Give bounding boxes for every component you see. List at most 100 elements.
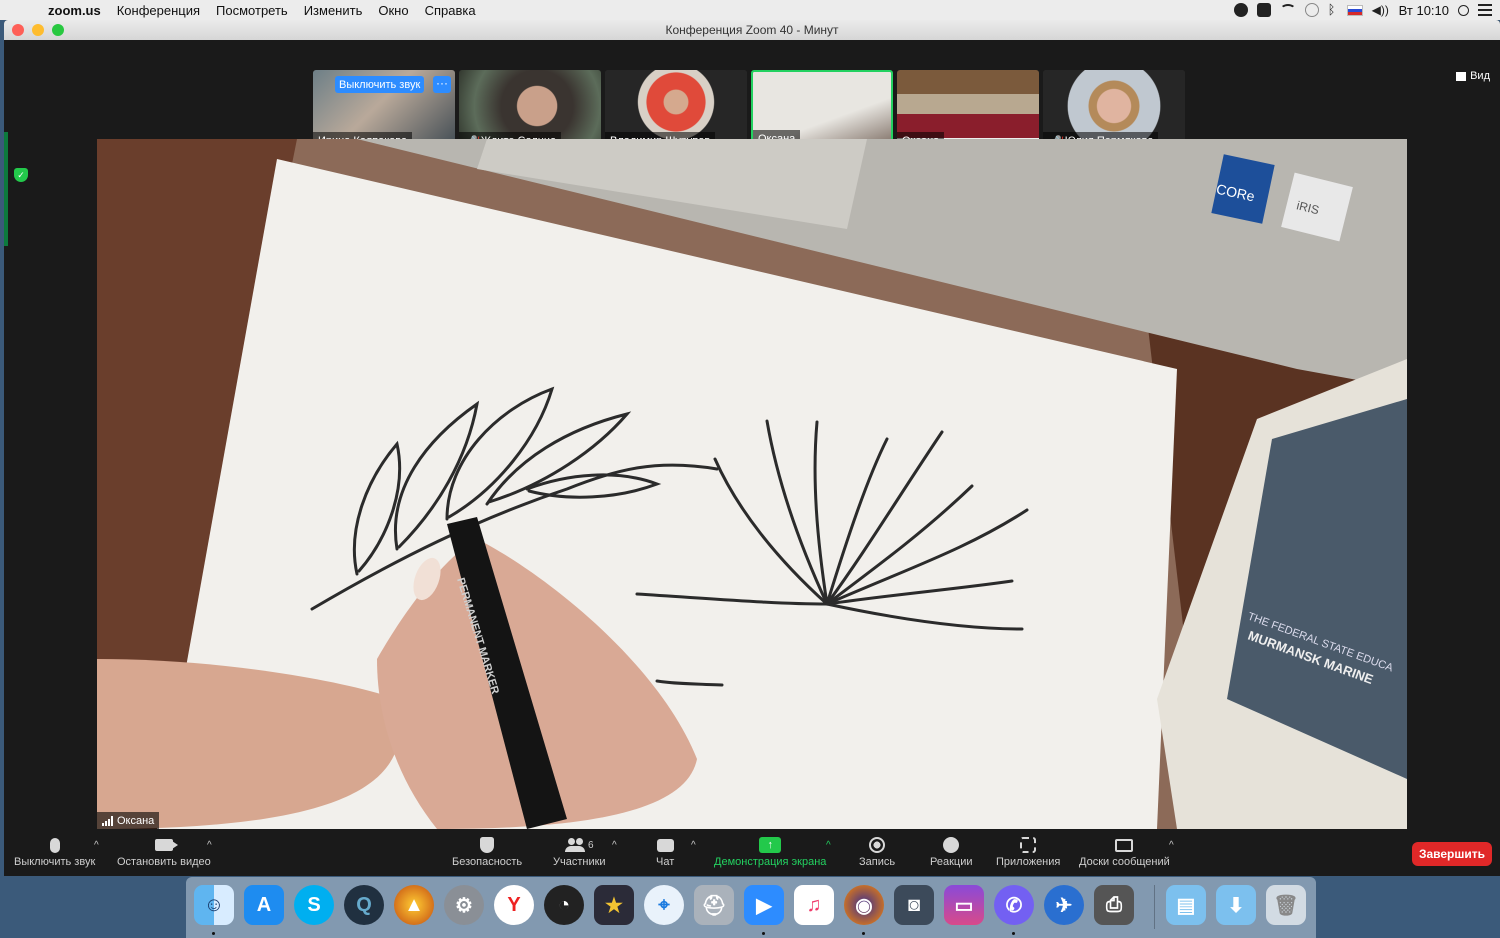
printer-icon[interactable]: ⎙: [1094, 885, 1134, 925]
menu-conference[interactable]: Конференция: [109, 3, 208, 18]
fullscreen-window-button[interactable]: [52, 24, 64, 36]
safari-icon[interactable]: ⌖: [644, 885, 684, 925]
participant-tile[interactable]: Оксана: [897, 70, 1039, 150]
spotlight-search-icon[interactable]: [1458, 4, 1469, 16]
menu-help[interactable]: Справка: [417, 3, 484, 18]
participants-button-label: Участники: [553, 856, 606, 868]
dashboard-icon[interactable]: ◔: [544, 885, 584, 925]
mute-button[interactable]: Выключить звук: [14, 834, 95, 868]
app-store-icon[interactable]: A: [244, 885, 284, 925]
end-meeting-button[interactable]: Завершить: [1412, 842, 1492, 866]
participant-tile[interactable]: 🎤̸Ждите Солнца: [459, 70, 601, 150]
firefox-icon[interactable]: ◉: [844, 885, 884, 925]
participants-icon: [565, 838, 585, 852]
window-titlebar: Конференция Zoom 40 - Минут: [4, 20, 1500, 40]
meeting-stage: ✓ Вид Выключить звук ··· Ирина Колпакова…: [4, 40, 1500, 830]
security-shield-icon: [480, 837, 495, 853]
reactions-button[interactable]: Реакции: [930, 834, 973, 868]
dock: ☺ A S Q ▲ ⚙ Y ◔ ★ ⌖ ⛑ ▶ ♫ ◉ ◙ ▭ ✆ ✈ ⎙ ▤ …: [186, 877, 1316, 938]
notification-center-icon[interactable]: [1478, 4, 1492, 16]
participants-count: 6: [588, 839, 594, 851]
screenshot-icon[interactable]: ◙: [894, 885, 934, 925]
menu-view[interactable]: Посмотреть: [208, 3, 296, 18]
participant-thumbnails: Выключить звук ··· Ирина Колпакова 🎤̸Жди…: [313, 70, 1185, 150]
time-machine-icon[interactable]: [1304, 3, 1319, 17]
video-camera-icon: [154, 839, 178, 851]
close-window-button[interactable]: [12, 24, 24, 36]
folder-documents-icon[interactable]: ▤: [1166, 885, 1206, 925]
drawing-scene: CORe iRIS THE FEDERAL STATE EDUCA MURMAN…: [97, 139, 1407, 829]
side-indicator: [4, 132, 8, 246]
running-indicator: [862, 932, 865, 935]
participant-tile[interactable]: Владимир Шурупов: [605, 70, 747, 150]
status-area: ᛒ ◀)) Вт 10:10: [1233, 0, 1492, 20]
menu-edit[interactable]: Изменить: [296, 3, 371, 18]
running-indicator: [212, 932, 215, 935]
input-source-flag-icon[interactable]: [1346, 4, 1363, 16]
dock-separator: [1154, 885, 1155, 929]
viber-icon[interactable]: ✆: [994, 885, 1034, 925]
menu-clock[interactable]: Вт 10:10: [1399, 3, 1449, 18]
apps-button[interactable]: Приложения: [996, 834, 1060, 868]
message-boards-button[interactable]: Доски сообщений: [1079, 834, 1170, 868]
bluetooth-icon[interactable]: ᛒ: [1328, 3, 1338, 17]
itunes-icon[interactable]: ♫: [794, 885, 834, 925]
menu-app-name[interactable]: zoom.us: [40, 3, 109, 18]
mute-participant-label: Выключить звук: [339, 78, 421, 91]
chat-button[interactable]: Чат: [656, 834, 674, 868]
imac-icon[interactable]: ▭: [944, 885, 984, 925]
participants-options-chevron-icon[interactable]: ^: [612, 840, 617, 851]
view-button-label: Вид: [1470, 70, 1490, 82]
active-speaker-tile[interactable]: Оксана: [751, 70, 893, 150]
boards-options-chevron-icon[interactable]: ^: [1169, 840, 1174, 851]
meeting-toolbar: Выключить звук ^ Остановить видео ^ Безо…: [4, 830, 1500, 876]
signal-strength-icon: [102, 815, 113, 826]
participants-button[interactable]: 6 Участники: [553, 834, 606, 868]
mute-participant-button[interactable]: Выключить звук: [335, 76, 425, 93]
encryption-shield-icon[interactable]: ✓: [14, 168, 28, 182]
record-button-label: Запись: [859, 856, 896, 868]
zoom-window: Конференция Zoom 40 - Минут ✓ Вид Выключ…: [4, 20, 1500, 876]
record-button[interactable]: Запись: [859, 834, 895, 868]
message-boards-button-label: Доски сообщений: [1079, 856, 1170, 868]
skype-status-icon[interactable]: [1233, 3, 1248, 17]
participant-tile[interactable]: 🎤̸Юлия Пермякова: [1043, 70, 1185, 150]
menu-window[interactable]: Окно: [370, 3, 416, 18]
minimize-window-button[interactable]: [32, 24, 44, 36]
system-preferences-icon[interactable]: ⚙: [444, 885, 484, 925]
folder-downloads-icon[interactable]: ⬇: [1216, 885, 1256, 925]
quicktime-icon[interactable]: Q: [344, 885, 384, 925]
security-button[interactable]: Безопасность: [452, 834, 522, 868]
chat-button-label: Чат: [656, 856, 675, 868]
running-indicator: [1012, 932, 1015, 935]
disk-utility-icon[interactable]: ⛑: [694, 885, 734, 925]
skype-icon[interactable]: S: [294, 885, 334, 925]
view-button[interactable]: Вид: [1456, 70, 1490, 82]
menu-bar: zoom.us Конференция Посмотреть Изменить …: [0, 0, 1500, 20]
finder-icon[interactable]: ☺: [194, 885, 234, 925]
imovie-icon[interactable]: ★: [594, 885, 634, 925]
reactions-button-label: Реакции: [930, 856, 973, 868]
record-icon: [869, 837, 886, 853]
participant-tile[interactable]: Выключить звук ··· Ирина Колпакова: [313, 70, 455, 150]
running-indicator: [762, 932, 765, 935]
more-options-button[interactable]: ···: [433, 76, 451, 93]
volume-icon[interactable]: ◀)): [1372, 3, 1390, 17]
yandex-browser-icon[interactable]: Y: [494, 885, 534, 925]
stop-video-button[interactable]: Остановить видео: [117, 834, 211, 868]
audio-options-chevron-icon[interactable]: ^: [94, 840, 99, 851]
share-screen-arrow-icon: ↑: [759, 837, 782, 853]
share-options-chevron-icon[interactable]: ^: [826, 840, 831, 851]
wifi-icon[interactable]: [1279, 4, 1296, 16]
video-options-chevron-icon[interactable]: ^: [207, 840, 212, 851]
reaction-smiley-icon: [943, 837, 960, 853]
share-screen-button[interactable]: ↑ Демонстрация экрана: [714, 834, 826, 868]
zoom-status-icon[interactable]: [1256, 3, 1271, 17]
mail-icon[interactable]: ✈: [1044, 885, 1084, 925]
trash-icon[interactable]: 🗑: [1266, 885, 1306, 925]
mute-button-label: Выключить звук: [14, 856, 96, 868]
chat-options-chevron-icon[interactable]: ^: [691, 840, 696, 851]
window-controls: [12, 24, 64, 36]
burn-icon[interactable]: ▲: [394, 885, 434, 925]
zoom-icon[interactable]: ▶: [744, 885, 784, 925]
